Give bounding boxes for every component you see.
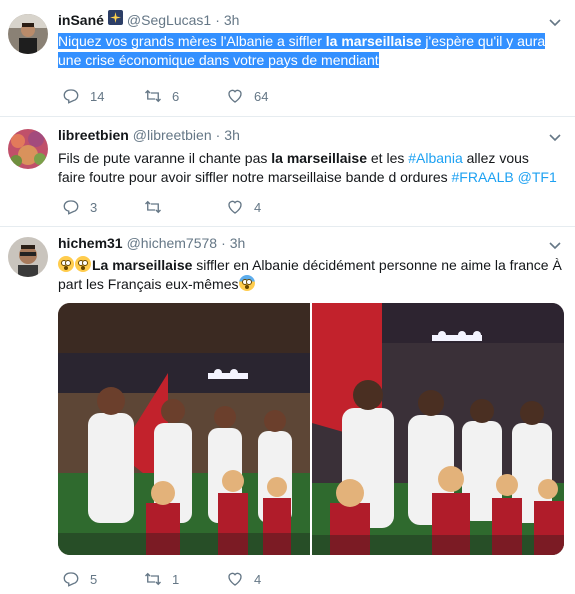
tweet-text-part: Fils de pute varanne il chante pas — [58, 150, 272, 166]
timestamp[interactable]: 3h — [230, 233, 246, 253]
display-name[interactable]: hichem31 — [58, 233, 123, 253]
highlighted-keyword: La marseillaise — [92, 257, 193, 273]
tweet-header: libreetbien @libreetbien · 3h — [58, 125, 565, 145]
timestamp[interactable]: 3h — [224, 10, 240, 30]
retweet-button[interactable]: 6 — [144, 87, 226, 105]
tweet[interactable]: libreetbien @libreetbien · 3h Fils de pu… — [0, 117, 575, 227]
photo-left[interactable] — [58, 303, 310, 555]
flushed-face-emoji — [75, 256, 91, 272]
avatar[interactable] — [8, 237, 48, 277]
display-name[interactable]: inSané — [58, 10, 104, 30]
flushed-face-emoji — [58, 256, 74, 272]
retweet-count: 6 — [172, 88, 180, 104]
separator-dot: · — [215, 127, 221, 143]
highlighted-keyword: la marseillaise — [325, 33, 422, 49]
heart-icon — [228, 200, 242, 214]
reply-icon — [63, 89, 79, 104]
retweet-icon — [145, 200, 161, 214]
like-button[interactable]: 4 — [226, 198, 308, 216]
user-handle[interactable]: @SegLucas1 — [127, 10, 211, 30]
chevron-down-icon[interactable] — [547, 14, 563, 30]
tweet-text-part: Niquez vos grands mères l'Albanie a siff… — [58, 33, 326, 49]
retweet-count: 1 — [172, 571, 180, 587]
tweet[interactable]: hichem31 @hichem7578 · 3h La marseillais… — [0, 227, 575, 594]
tweet-text: Niquez vos grands mères l'Albanie a siff… — [58, 32, 558, 70]
tweet-actions: 14 6 64 — [62, 86, 308, 106]
tweet-actions: 5 1 4 — [62, 569, 308, 589]
tweet-actions: 3 4 — [62, 197, 308, 217]
reply-count: 5 — [90, 571, 98, 587]
photo-right[interactable] — [312, 303, 564, 555]
reply-count: 14 — [90, 88, 105, 104]
retweet-button[interactable] — [144, 198, 226, 216]
hashtag-link[interactable]: #FRAALB — [452, 169, 514, 185]
tweet-feed: inSané @SegLucas1 · 3h Niquez vos grands… — [0, 0, 575, 594]
tweet-text: La marseillaise siffler en Albanie décid… — [58, 256, 564, 294]
reply-button[interactable]: 14 — [62, 87, 144, 105]
avatar[interactable] — [8, 129, 48, 169]
heart-icon — [228, 572, 242, 586]
heart-icon — [228, 89, 242, 103]
user-handle[interactable]: @hichem7578 — [127, 233, 218, 253]
tweet-media[interactable] — [58, 303, 564, 555]
tweet-text-part: et les — [367, 150, 409, 166]
sparkle-night-emoji — [107, 10, 123, 25]
retweet-icon — [145, 89, 161, 103]
tweet[interactable]: inSané @SegLucas1 · 3h Niquez vos grands… — [0, 0, 575, 117]
tweet-header: inSané @SegLucas1 · 3h — [58, 10, 565, 30]
avatar[interactable] — [8, 14, 48, 54]
highlighted-keyword: la marseillaise — [271, 150, 367, 166]
chevron-down-icon[interactable] — [547, 129, 563, 145]
reply-icon — [63, 572, 79, 587]
like-count: 64 — [254, 88, 269, 104]
hashtag-link[interactable]: #Albania — [408, 150, 463, 166]
mention-link[interactable]: @TF1 — [518, 169, 557, 185]
chevron-down-icon[interactable] — [547, 237, 563, 253]
tweet-text: Fils de pute varanne il chante pas la ma… — [58, 149, 558, 187]
like-button[interactable]: 64 — [226, 87, 308, 105]
like-count: 4 — [254, 199, 262, 215]
reply-count: 3 — [90, 199, 98, 215]
retweet-icon — [145, 572, 161, 586]
fearful-face-emoji — [238, 275, 255, 291]
retweet-button[interactable]: 1 — [144, 570, 226, 588]
like-count: 4 — [254, 571, 262, 587]
reply-button[interactable]: 3 — [62, 198, 144, 216]
like-button[interactable]: 4 — [226, 570, 308, 588]
reply-button[interactable]: 5 — [62, 570, 144, 588]
user-handle[interactable]: @libreetbien — [133, 125, 212, 145]
separator-dot: · — [221, 235, 226, 251]
reply-icon — [63, 200, 79, 215]
display-name[interactable]: libreetbien — [58, 125, 129, 145]
tweet-header: hichem31 @hichem7578 · 3h — [58, 233, 565, 253]
separator-dot: · — [215, 12, 220, 28]
timestamp[interactable]: 3h — [224, 125, 240, 145]
